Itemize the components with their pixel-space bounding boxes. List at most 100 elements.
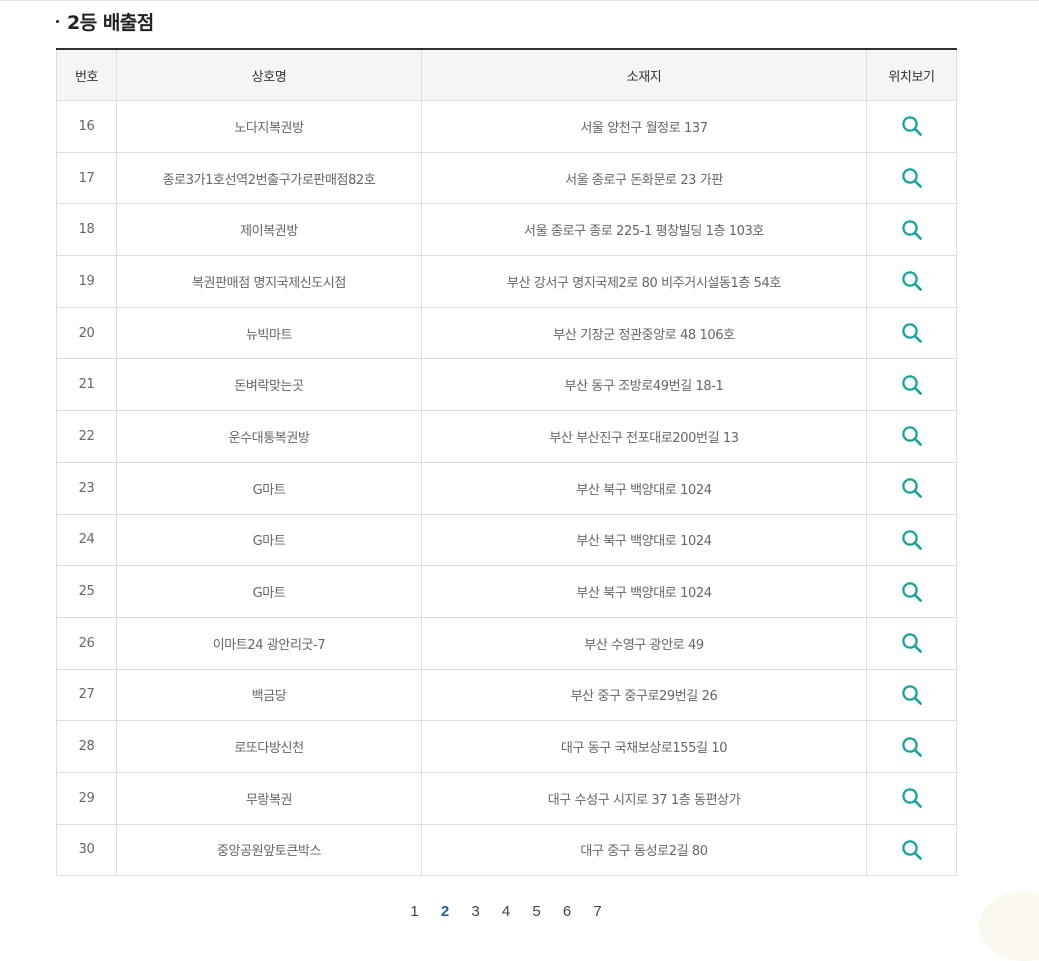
row-number: 23: [56, 461, 117, 515]
store-table: 번호 상호명 소재지 위치보기 16 노다지복권방 서울 양천구 월정로 137…: [56, 48, 957, 877]
map-cell: [866, 410, 957, 463]
table-row: 20 뉴빅마트 부산 기장군 정관중앙로 48 106호: [56, 306, 957, 360]
view-location-button[interactable]: [897, 473, 927, 503]
search-icon: [901, 840, 922, 860]
store-address: 대구 중구 동성로2길 80: [421, 823, 867, 877]
search-icon: [901, 685, 922, 705]
table-row: 30 중앙공원앞토큰박스 대구 중구 동성로2길 80: [56, 823, 957, 877]
table-row: 28 로또다방신천 대구 동구 국채보상로155길 10: [56, 720, 957, 773]
search-icon: [901, 271, 922, 292]
store-name: G마트: [116, 461, 422, 515]
search-icon: [901, 426, 922, 447]
store-name: 중앙공원앞토큰박스: [116, 823, 422, 877]
view-location-button[interactable]: [897, 421, 927, 451]
map-cell: [866, 565, 957, 618]
search-icon: [901, 375, 922, 395]
row-number: 19: [56, 255, 117, 308]
store-address: 대구 수성구 시지로 37 1층 동편상가: [421, 771, 867, 825]
store-address: 서울 종로구 돈화문로 23 가판: [421, 151, 867, 205]
row-number: 28: [56, 720, 117, 773]
table-row: 16 노다지복권방 서울 양천구 월정로 137: [56, 100, 957, 153]
page-link-1[interactable]: 1: [399, 903, 430, 920]
view-location-button[interactable]: [897, 525, 927, 555]
store-name: 복권판매점 명지국제신도시점: [116, 255, 422, 308]
view-location-button[interactable]: [897, 835, 927, 865]
view-location-button[interactable]: [897, 577, 927, 607]
search-icon: [901, 219, 922, 240]
store-address: 부산 부산진구 전포대로200번길 13: [421, 410, 867, 463]
map-cell: [866, 771, 957, 825]
store-name: 노다지복권방: [116, 100, 422, 153]
page-link-2[interactable]: 2: [430, 903, 461, 920]
page-link-6[interactable]: 6: [552, 903, 583, 920]
store-address: 서울 종로구 종로 225-1 평창빌딩 1층 103호: [421, 203, 867, 257]
view-location-button[interactable]: [897, 318, 927, 348]
row-number: 20: [56, 306, 117, 360]
table-row: 26 이마트24 광안리굿-7 부산 수영구 광안로 49: [56, 616, 957, 670]
table-row: 24 G마트 부산 북구 백양대로 1024: [56, 513, 957, 567]
row-number: 25: [56, 565, 117, 618]
top-divider: [0, 0, 1039, 1]
heading-bullet: [56, 19, 59, 23]
row-number: 21: [56, 358, 117, 412]
view-location-button[interactable]: [897, 163, 927, 193]
view-location-button[interactable]: [897, 266, 927, 296]
map-cell: [866, 306, 957, 360]
page-link-7[interactable]: 7: [582, 903, 613, 920]
store-address: 부산 수영구 광안로 49: [421, 616, 867, 670]
map-cell: [866, 823, 957, 877]
view-location-button[interactable]: [897, 732, 927, 762]
store-address: 부산 강서구 명지국제2로 80 비주거시설동1층 54호: [421, 255, 867, 308]
map-cell: [866, 720, 957, 773]
page-link-3[interactable]: 3: [460, 903, 491, 920]
view-location-button[interactable]: [897, 370, 927, 400]
page-link-5[interactable]: 5: [521, 903, 552, 920]
search-icon: [901, 530, 922, 550]
search-icon: [901, 736, 922, 757]
table-row: 29 무랑복권 대구 수성구 시지로 37 1층 동편상가: [56, 771, 957, 825]
map-cell: [866, 513, 957, 567]
table-row: 27 백금당 부산 중구 중구로29번길 26: [56, 668, 957, 722]
map-cell: [866, 151, 957, 205]
search-icon: [901, 323, 922, 343]
store-name: 무랑복권: [116, 771, 422, 825]
row-number: 18: [56, 203, 117, 257]
row-number: 27: [56, 668, 117, 722]
view-location-button[interactable]: [897, 783, 927, 813]
table-row: 18 제이복권방 서울 종로구 종로 225-1 평창빌딩 1층 103호: [56, 203, 957, 257]
row-number: 17: [56, 151, 117, 205]
store-name: G마트: [116, 565, 422, 618]
view-location-button[interactable]: [897, 680, 927, 710]
store-address: 부산 기장군 정관중앙로 48 106호: [421, 306, 867, 360]
map-cell: [866, 668, 957, 722]
row-number: 24: [56, 513, 117, 567]
table-header-row: 번호 상호명 소재지 위치보기: [56, 49, 957, 101]
store-address: 부산 북구 백양대로 1024: [421, 513, 867, 567]
table-row: 17 종로3가1호선역2번출구가로판매점82호 서울 종로구 돈화문로 23 가…: [56, 151, 957, 205]
row-number: 22: [56, 410, 117, 463]
view-location-button[interactable]: [897, 628, 927, 658]
view-location-button[interactable]: [897, 111, 927, 141]
page-link-4[interactable]: 4: [491, 903, 522, 920]
store-address: 부산 북구 백양대로 1024: [421, 461, 867, 515]
view-location-button[interactable]: [897, 215, 927, 245]
store-address: 부산 북구 백양대로 1024: [421, 565, 867, 618]
table-row: 23 G마트 부산 북구 백양대로 1024: [56, 461, 957, 515]
store-name: G마트: [116, 513, 422, 567]
map-cell: [866, 616, 957, 670]
section-heading: 2등 배출점: [56, 7, 154, 35]
search-icon: [901, 788, 922, 809]
map-cell: [866, 255, 957, 308]
section-title: 2등 배출점: [67, 11, 154, 34]
store-name: 종로3가1호선역2번출구가로판매점82호: [116, 151, 422, 205]
store-name: 백금당: [116, 668, 422, 722]
table-body: 16 노다지복권방 서울 양천구 월정로 137 17 종로3가1호선역2번출구…: [56, 100, 957, 877]
store-address: 대구 동구 국채보상로155길 10: [421, 720, 867, 773]
header-no: 번호: [56, 49, 117, 101]
store-address: 부산 중구 중구로29번길 26: [421, 668, 867, 722]
store-address: 부산 동구 조방로49번길 18-1: [421, 358, 867, 412]
store-name: 로또다방신천: [116, 720, 422, 773]
table-row: 22 운수대통복권방 부산 부산진구 전포대로200번길 13: [56, 410, 957, 463]
header-name: 상호명: [116, 49, 422, 101]
table-row: 25 G마트 부산 북구 백양대로 1024: [56, 565, 957, 618]
